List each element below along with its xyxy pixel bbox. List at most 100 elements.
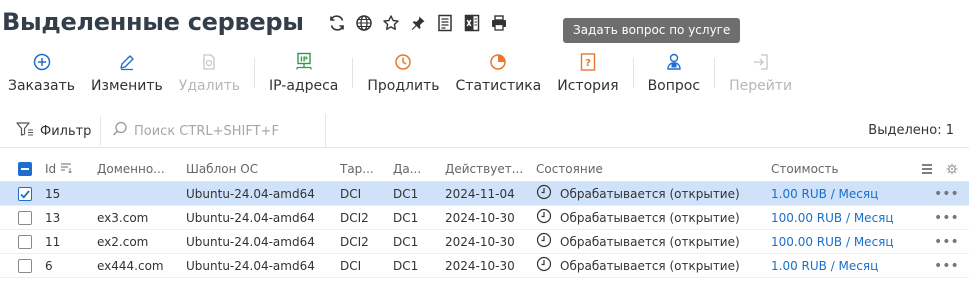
history-button[interactable]: ? История [549,50,626,96]
state-text: Обрабатывается (открытие) [560,258,740,273]
column-header-cost[interactable]: Стоимость [771,156,891,181]
pending-clock-icon [536,256,552,275]
cell-dc: DC1 [393,186,419,201]
stats-button[interactable]: Статистика [448,50,550,96]
row-checkbox[interactable] [18,186,32,201]
column-header-id-label: Id [45,161,57,176]
cell-cost: 100.00 RUB / Месяц [771,210,894,225]
columns-menu-icon[interactable] [921,156,935,181]
delete-button-label: Удалить [178,78,241,94]
cell-tariff: DCI [340,258,362,273]
checkmark-icon [20,189,30,199]
select-all-checkbox[interactable] [18,161,32,176]
table-row[interactable]: 11 ex2.com Ubuntu-24.04-amd64 DCI2 DC1 2024-1… [0,230,969,254]
row-checkbox-cell [18,230,38,253]
filter-icon [16,122,34,140]
toolbar-separator [352,58,354,88]
search-box [112,114,326,148]
cell-dc: DC1 [393,210,419,225]
title-icons [328,14,508,32]
star-icon[interactable] [382,14,400,32]
cell-template: Ubuntu-24.04-amd64 [186,258,315,273]
table-row[interactable]: 13 ex3.com Ubuntu-24.04-amd64 DCI2 DC1 2024-1… [0,206,969,230]
order-button[interactable]: Заказать [0,50,83,96]
cell-valid-until: 2024-10-30 [445,234,515,249]
toolbar: Заказать Изменить Удалить IP IP-адреса П… [0,50,800,96]
search-icon [112,121,128,141]
question-button-label: Вопрос [647,78,701,94]
clock-icon [393,52,413,72]
search-input[interactable] [134,123,314,139]
table-row[interactable]: 6 ex444.com Ubuntu-24.04-amd64 DCI DC1 2024-1… [0,254,969,278]
row-menu-button[interactable]: ••• [934,182,958,205]
cell-cost: 1.00 RUB / Месяц [771,258,879,273]
history-button-label: История [557,78,619,94]
row-checkbox-cell [18,206,38,229]
column-header-id[interactable]: Id [45,156,85,181]
excel-icon[interactable] [463,14,481,32]
stats-button-label: Статистика [455,78,542,94]
goto-button-label: Перейти [729,78,793,94]
pending-clock-icon [536,232,552,251]
toolbar-separator [632,58,634,88]
cell-tariff: DCI2 [340,210,369,225]
column-header-domain[interactable]: Доменно... [97,156,172,181]
cell-state: Обрабатывается (открытие) [536,254,761,277]
history-icon: ? [578,52,598,72]
globe-icon[interactable] [355,14,373,32]
refresh-icon[interactable] [328,14,346,32]
row-menu-button[interactable]: ••• [934,254,958,277]
svg-text:?: ? [585,58,591,69]
column-header-dc[interactable]: Да... [393,156,437,181]
table-body: 15 Ubuntu-24.04-amd64 DCI DC1 2024-11-04 Обра… [0,182,969,278]
pin-icon[interactable] [409,14,427,32]
cell-template: Ubuntu-24.04-amd64 [186,186,315,201]
settings-gear-icon[interactable] [946,156,960,181]
column-header-state[interactable]: Состояние [536,156,736,181]
cell-domain: ex3.com [97,210,149,225]
cell-id: 11 [45,234,61,249]
ip-button[interactable]: IP IP-адреса [261,50,346,96]
cell-template: Ubuntu-24.04-amd64 [186,210,315,225]
sort-icon [60,162,73,176]
cell-tariff: DCI2 [340,234,369,249]
cell-tariff: DCI [340,186,362,201]
row-menu-button[interactable]: ••• [934,230,958,253]
column-header-tariff[interactable]: Тар... [340,156,384,181]
row-checkbox[interactable] [18,258,32,273]
renew-button-label: Продлить [367,78,440,94]
state-text: Обрабатывается (открытие) [560,186,740,201]
cell-dc: DC1 [393,258,419,273]
pie-icon [488,52,508,72]
cell-state: Обрабатывается (открытие) [536,182,761,205]
delete-button[interactable]: Удалить [171,50,248,96]
document-icon[interactable] [436,14,454,32]
filter-bar: Фильтр Выделено: 1 [0,114,969,148]
column-header-valid-until[interactable]: Действует... [445,156,527,181]
filter-button[interactable]: Фильтр [16,114,91,148]
row-checkbox-cell [18,182,38,205]
cell-valid-until: 2024-10-30 [445,210,515,225]
cell-domain [97,182,177,205]
cell-template: Ubuntu-24.04-amd64 [186,234,315,249]
toolbar-separator [254,58,256,88]
ip-button-label: IP-адреса [269,78,339,94]
page-title: Выделенные серверы [2,8,304,36]
filter-separator [100,116,101,146]
data-table: Id Доменно... Шаблон ОС Тар... Да... Дей… [0,156,969,278]
cell-domain: ex2.com [97,234,149,249]
question-button[interactable]: Вопрос [640,50,708,96]
trash-icon [199,52,219,72]
row-checkbox[interactable] [18,234,32,249]
edit-button[interactable]: Изменить [83,50,171,96]
goto-button[interactable]: Перейти [721,50,800,96]
cell-id: 15 [45,186,61,201]
cell-id: 6 [45,258,53,273]
print-icon[interactable] [490,14,508,32]
cell-id: 13 [45,210,61,225]
table-row[interactable]: 15 Ubuntu-24.04-amd64 DCI DC1 2024-11-04 Обра… [0,182,969,206]
row-menu-button[interactable]: ••• [934,206,958,229]
column-header-template[interactable]: Шаблон ОС [186,156,326,181]
renew-button[interactable]: Продлить [359,50,447,96]
row-checkbox[interactable] [18,210,32,225]
